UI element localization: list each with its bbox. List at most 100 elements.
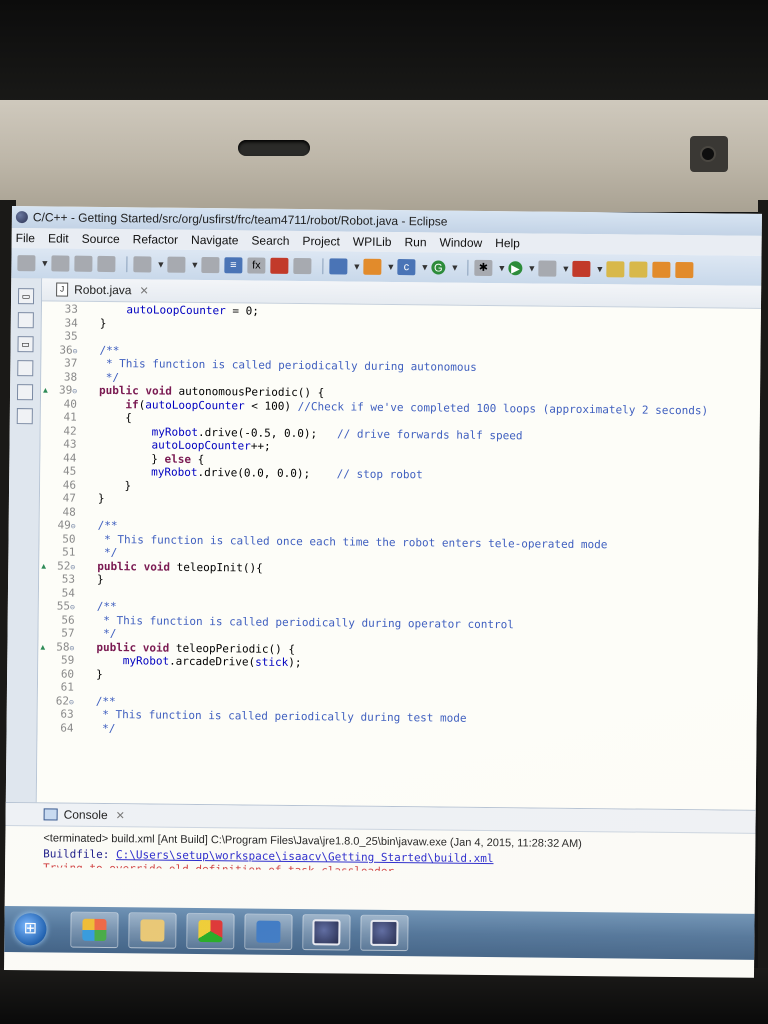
menu-edit[interactable]: Edit bbox=[48, 231, 69, 245]
console-view-icon[interactable] bbox=[293, 257, 312, 275]
taskbar-eclipse-2[interactable] bbox=[360, 914, 409, 952]
menu-wpilib[interactable]: WPILib bbox=[353, 235, 392, 249]
chevron-down-icon[interactable]: ▼ bbox=[595, 261, 604, 277]
new-icon[interactable] bbox=[17, 255, 36, 272]
code-text: myRobot.arcadeDrive(stick); bbox=[122, 654, 302, 670]
menu-search[interactable]: Search bbox=[251, 234, 289, 248]
eclipse-icon bbox=[312, 919, 341, 946]
chevron-down-icon[interactable]: ▼ bbox=[420, 259, 429, 275]
override-marker-icon[interactable]: ▲ bbox=[43, 383, 48, 397]
menu-run[interactable]: Run bbox=[404, 235, 426, 249]
save-all-icon[interactable] bbox=[74, 255, 93, 272]
restore-icon[interactable]: ▭ bbox=[17, 288, 35, 305]
fold-toggle-icon[interactable]: ⊖ bbox=[69, 697, 74, 706]
open-project-icon[interactable] bbox=[629, 261, 648, 278]
line-number: 51 bbox=[62, 545, 76, 559]
code-text: } bbox=[97, 491, 105, 505]
code-area[interactable]: 33 autoLoopCounter = 0; 34} 35 36⊖/** 37 * T… bbox=[37, 302, 761, 826]
tasks-icon[interactable] bbox=[16, 408, 33, 425]
line-number: 57 bbox=[61, 626, 75, 640]
line-number: 36⊖ bbox=[59, 343, 78, 357]
chevron-down-icon[interactable]: ▼ bbox=[156, 257, 165, 273]
profile-icon[interactable] bbox=[572, 260, 591, 278]
chevron-down-icon[interactable]: ▼ bbox=[386, 259, 395, 275]
perspective-icon[interactable] bbox=[652, 261, 671, 278]
run-icon[interactable]: ▶ bbox=[508, 261, 523, 276]
monitor-bezel-top bbox=[0, 100, 768, 212]
code-text: } bbox=[97, 572, 104, 586]
taskbar-chrome[interactable] bbox=[186, 912, 235, 950]
line-number: 56 bbox=[61, 613, 75, 627]
close-icon[interactable]: ✕ bbox=[116, 809, 125, 822]
open-folder-icon[interactable] bbox=[606, 261, 625, 278]
menu-source[interactable]: Source bbox=[82, 232, 120, 246]
line-number: 35 bbox=[64, 329, 78, 343]
close-icon[interactable]: ✕ bbox=[139, 284, 148, 297]
line-number: 62⊖ bbox=[55, 693, 74, 708]
new-file-icon[interactable]: c bbox=[397, 259, 416, 276]
chevron-down-icon[interactable]: ▼ bbox=[190, 257, 199, 273]
menu-window[interactable]: Window bbox=[439, 235, 482, 249]
taskbar-teamviewer[interactable] bbox=[244, 913, 293, 950]
line-number: 38 bbox=[63, 370, 78, 384]
menu-help[interactable]: Help bbox=[495, 236, 520, 250]
pencil-icon[interactable] bbox=[675, 261, 694, 279]
webcam-lens bbox=[702, 148, 714, 160]
external-tools-icon[interactable] bbox=[538, 260, 557, 277]
chevron-down-icon[interactable]: ▼ bbox=[450, 260, 459, 276]
code-text: } else { bbox=[98, 451, 205, 466]
folder-icon bbox=[140, 919, 165, 942]
override-marker-icon[interactable]: ▲ bbox=[41, 559, 46, 573]
chevron-down-icon[interactable]: ▼ bbox=[352, 259, 361, 275]
outline-icon[interactable] bbox=[16, 384, 34, 401]
line-number: 64 bbox=[60, 721, 74, 735]
line-number: 34 bbox=[64, 316, 78, 330]
menu-refactor[interactable]: Refactor bbox=[133, 232, 179, 246]
fold-toggle-icon[interactable]: ⊖ bbox=[71, 522, 76, 531]
open-type-icon[interactable] bbox=[363, 258, 382, 275]
override-marker-icon[interactable]: ▲ bbox=[40, 640, 45, 654]
fold-toggle-icon[interactable]: ⊖ bbox=[70, 603, 75, 612]
function-icon[interactable]: fx bbox=[247, 257, 266, 274]
fold-toggle-icon[interactable]: ⊖ bbox=[72, 387, 77, 396]
chevron-down-icon[interactable]: ▼ bbox=[527, 260, 536, 276]
debug-config-icon[interactable] bbox=[201, 256, 220, 274]
chevron-down-icon[interactable]: ▼ bbox=[561, 261, 570, 277]
build-icon[interactable] bbox=[133, 256, 152, 273]
menu-project[interactable]: Project bbox=[302, 234, 340, 248]
menu-file[interactable]: File bbox=[16, 231, 35, 245]
menu-navigate[interactable]: Navigate bbox=[191, 233, 239, 247]
code-text: } bbox=[99, 316, 107, 330]
toolbar-separator bbox=[322, 258, 324, 275]
restore-icon[interactable]: ▭ bbox=[17, 336, 34, 353]
start-button[interactable]: ⊞ bbox=[14, 913, 47, 946]
print-icon[interactable] bbox=[97, 255, 116, 273]
code-text: */ bbox=[96, 626, 117, 641]
save-icon[interactable] bbox=[51, 255, 70, 272]
chevron-down-icon[interactable]: ▼ bbox=[40, 255, 49, 271]
bookmark-icon[interactable] bbox=[270, 257, 289, 274]
chrome-icon bbox=[198, 919, 223, 943]
fold-toggle-icon[interactable]: ⊖ bbox=[70, 562, 75, 571]
debug-icon[interactable]: ✱ bbox=[474, 259, 493, 277]
new-class-icon[interactable] bbox=[329, 258, 348, 275]
taskbar-file-explorer[interactable] bbox=[128, 912, 177, 949]
line-number: 55⊖ bbox=[56, 599, 75, 613]
line-number: 48 bbox=[62, 505, 76, 519]
chevron-down-icon[interactable]: ▼ bbox=[497, 260, 506, 276]
buildfile-label: Buildfile: bbox=[43, 847, 110, 862]
hammer-icon[interactable] bbox=[167, 256, 186, 273]
taskbar: ⊞ bbox=[4, 905, 755, 960]
list-icon[interactable]: ≡ bbox=[224, 257, 243, 274]
line-number: 42 bbox=[63, 424, 77, 438]
eclipse-icon bbox=[15, 211, 28, 224]
hierarchy-icon[interactable] bbox=[17, 360, 34, 377]
package-explorer-icon[interactable] bbox=[17, 312, 34, 329]
line-number: 52 ▲ ⊖ bbox=[41, 558, 76, 573]
fold-toggle-icon[interactable]: ⊖ bbox=[73, 346, 78, 355]
taskbar-eclipse-1[interactable] bbox=[302, 914, 351, 951]
refresh-icon[interactable]: G bbox=[431, 260, 446, 275]
fold-toggle-icon[interactable]: ⊖ bbox=[70, 643, 75, 652]
taskbar-metro-app[interactable] bbox=[70, 911, 119, 949]
